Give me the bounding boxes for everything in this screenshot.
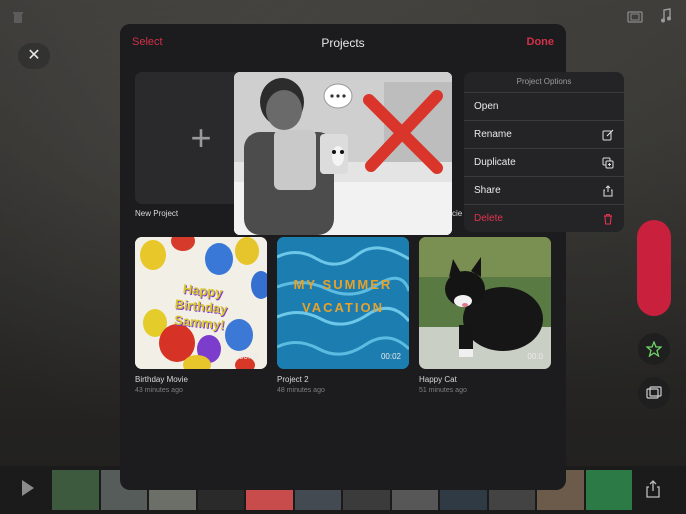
- music-note-icon[interactable]: [660, 8, 672, 27]
- media-library-button[interactable]: [638, 377, 670, 409]
- edit-icon: [602, 129, 614, 140]
- project-options-menu: Project Options Open Rename Duplicate Sh…: [464, 72, 624, 232]
- record-button[interactable]: [637, 220, 671, 316]
- project-card-happy-cat[interactable]: 00:0: [419, 237, 551, 369]
- project-time: 48 minutes ago: [277, 387, 325, 394]
- summer-overlay-text: MY SUMMER VACATION: [293, 277, 393, 315]
- modal-title: Projects: [321, 36, 365, 50]
- project-title: Happy Cat: [419, 375, 457, 384]
- effects-star-button[interactable]: [638, 333, 670, 365]
- menu-item-rename[interactable]: Rename: [464, 121, 624, 149]
- project-time: 51 minutes ago: [419, 387, 467, 394]
- menu-item-label: Duplicate: [474, 157, 516, 168]
- trash-top-icon[interactable]: [12, 10, 24, 27]
- project-card-birthday-movie[interactable]: Happy Birthday Sammy! 00:05: [135, 237, 267, 369]
- project-title: New Project: [135, 209, 179, 218]
- project-duration: 00:02: [380, 352, 401, 361]
- cat-thumbnail: [419, 237, 551, 369]
- project-duration: 00:05: [238, 352, 259, 361]
- menu-item-share[interactable]: Share: [464, 177, 624, 205]
- play-icon[interactable]: [22, 480, 34, 496]
- menu-item-label: Open: [474, 101, 499, 112]
- menu-item-label: Share: [474, 185, 501, 196]
- duplicate-icon: [602, 157, 614, 168]
- star-icon: [646, 341, 662, 357]
- photos-icon: [646, 386, 662, 399]
- aspect-ratio-icon[interactable]: [627, 10, 643, 26]
- close-icon[interactable]: ✕: [18, 43, 50, 69]
- project-preview[interactable]: [234, 72, 452, 235]
- menu-title: Project Options: [464, 72, 624, 93]
- project-title: Project 2: [277, 375, 309, 384]
- red-x-icon: [363, 90, 443, 174]
- menu-item-open[interactable]: Open: [464, 93, 624, 121]
- plus-icon: +: [190, 117, 212, 158]
- trash-icon: [604, 213, 612, 225]
- done-button[interactable]: Done: [527, 36, 555, 48]
- modal-header: Select Projects Done: [120, 24, 566, 64]
- project-time: 43 minutes ago: [135, 387, 183, 394]
- hidden-project-title: cie: [452, 209, 463, 218]
- menu-item-duplicate[interactable]: Duplicate: [464, 149, 624, 177]
- project-duration: 00:0: [527, 352, 543, 361]
- project-title: Birthday Movie: [135, 375, 188, 384]
- menu-item-label: Delete: [474, 213, 503, 224]
- menu-item-label: Rename: [474, 129, 512, 140]
- birthday-overlay-text: Happy Birthday Sammy!: [173, 281, 229, 333]
- share-icon: [603, 184, 613, 196]
- menu-item-delete[interactable]: Delete: [464, 205, 624, 232]
- share-bottom-icon[interactable]: [646, 480, 660, 503]
- project-card-project-2[interactable]: MY SUMMER VACATION 00:02: [277, 237, 409, 369]
